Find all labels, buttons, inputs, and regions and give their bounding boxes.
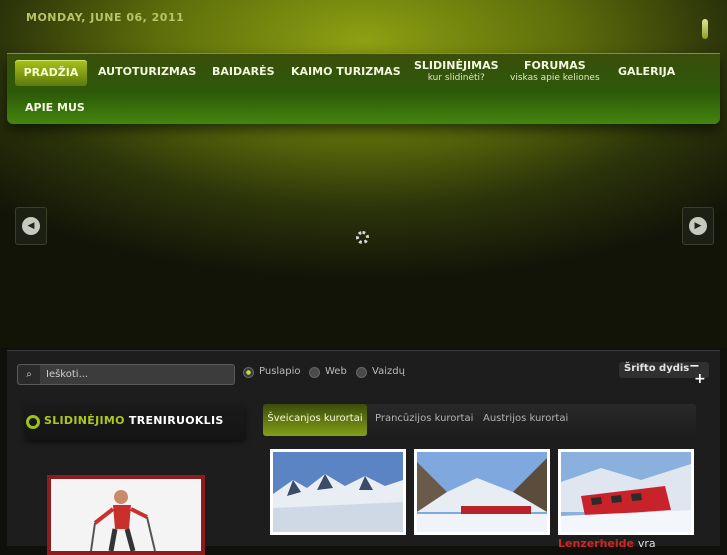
nav-item-forumas[interactable]: FORUMAS viskas apie keliones xyxy=(510,59,600,83)
nav-item-autoturizmas[interactable]: AUTOTURIZMAS xyxy=(98,65,196,78)
tab-austrijos-kurortai[interactable]: Austrijos kurortai xyxy=(483,404,568,436)
nav-label: FORUMAS xyxy=(523,59,586,72)
nav-label: GALERIJA xyxy=(618,65,676,78)
arrow-left-icon: ◀ xyxy=(22,217,40,235)
module-title-rest: TRENIRUOKLIS xyxy=(128,414,224,427)
resort-image xyxy=(417,452,547,532)
search-option-label: Puslapio xyxy=(259,366,301,377)
ring-icon xyxy=(26,415,40,429)
tab-prancuzijos-kurortai[interactable]: Prancūzijos kurortai xyxy=(375,404,473,436)
header-banner: MONDAY, JUNE 06, 2011 PRADŽIA AUTOTURIZM… xyxy=(0,0,727,348)
module-title-highlight: SLIDINĖJIMO xyxy=(44,414,125,427)
resort-thumbnail[interactable] xyxy=(270,449,406,535)
search-icon[interactable]: ⌕ xyxy=(18,365,40,384)
nav-sublabel: viskas apie keliones xyxy=(510,73,600,83)
module-title: SLIDINĖJIMO TRENIRUOKLIS xyxy=(44,414,224,427)
nav-label: AUTOTURIZMAS xyxy=(98,65,197,78)
search-option-label: Web xyxy=(325,366,347,377)
skier-photo[interactable] xyxy=(47,475,205,555)
tabs-bar: Šveicanjos kurortai Prancūzijos kurortai… xyxy=(263,404,696,436)
search-option-vaizdu-radio[interactable] xyxy=(356,367,367,378)
resort-thumbnail[interactable] xyxy=(414,449,550,535)
search-option-puslapio-radio[interactable] xyxy=(243,367,254,378)
spinner-icon xyxy=(356,231,369,244)
scroll-knob[interactable] xyxy=(702,19,708,39)
nav-sublabel: kur slidinėti? xyxy=(427,73,485,83)
slider-next-button[interactable]: ▶ xyxy=(682,207,714,245)
nav-item-slidinejimas[interactable]: SLIDINĖJIMAS kur slidinėti? xyxy=(414,59,499,83)
nav-item-baidares[interactable]: BAIDARĖS xyxy=(212,65,275,78)
resort-image xyxy=(561,452,691,532)
resort-caption-rest: vra xyxy=(637,537,656,550)
nav-label: BAIDARĖS xyxy=(212,65,275,78)
resort-caption[interactable]: Lenzerheide vra xyxy=(558,537,656,550)
search-input[interactable] xyxy=(42,365,238,384)
tab-sveicarijos-kurortai[interactable]: Šveicanjos kurortai xyxy=(263,404,367,436)
nav-label: SLIDINĖJIMAS xyxy=(414,59,499,72)
current-date: MONDAY, JUNE 06, 2011 xyxy=(26,11,185,24)
nav-item-apie-mus[interactable]: APIE MUS xyxy=(25,101,85,114)
search-option-label: Vaizdų xyxy=(372,366,405,377)
slider-prev-button[interactable]: ◀ xyxy=(15,207,47,245)
resort-thumbnail[interactable] xyxy=(558,449,694,535)
nav-item-kaimo-turizmas[interactable]: KAIMO TURIZMAS xyxy=(291,65,401,78)
nav-item-pradzia[interactable]: PRADŽIA xyxy=(15,60,87,86)
search-option-web-radio[interactable] xyxy=(309,367,320,378)
nav-label: APIE MUS xyxy=(25,101,85,114)
search-bar: ⌕ xyxy=(17,364,238,385)
arrow-right-icon: ▶ xyxy=(689,217,707,235)
nav-label: KAIMO TURIZMAS xyxy=(291,65,401,78)
skier-image xyxy=(51,479,201,551)
font-increase-button[interactable]: + xyxy=(694,371,706,387)
resort-caption-name: Lenzerheide xyxy=(558,537,634,550)
font-size-label: Šrifto dydis xyxy=(624,363,690,374)
nav-item-galerija[interactable]: GALERIJA xyxy=(618,65,675,78)
resort-image xyxy=(273,452,403,532)
nav-label: PRADŽIA xyxy=(23,66,79,79)
module-header: SLIDINĖJIMO TRENIRUOKLIS xyxy=(25,406,245,440)
main-nav: PRADŽIA AUTOTURIZMAS BAIDARĖS KAIMO TURI… xyxy=(7,53,720,124)
